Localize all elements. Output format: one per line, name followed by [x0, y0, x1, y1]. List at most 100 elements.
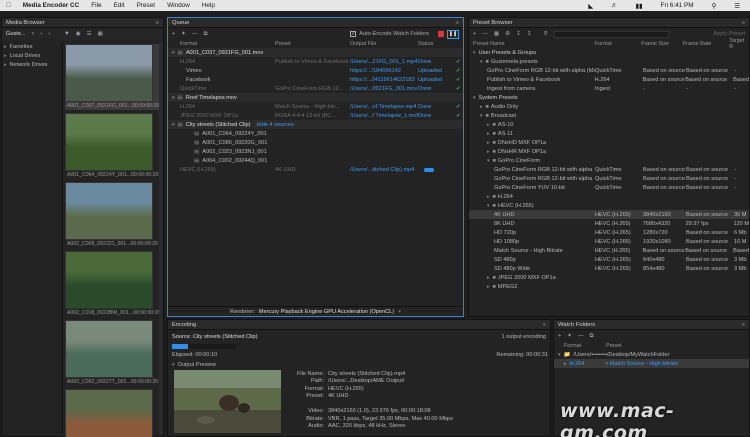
preset-group[interactable]: ▸ ■ AS-11	[469, 129, 749, 138]
output-preset[interactable]: 4K UHD	[275, 167, 350, 173]
preset-group[interactable]: ▾ ■ Broadcast	[469, 111, 749, 120]
clock[interactable]: Fri 6:41 PM	[655, 2, 700, 9]
preset-item[interactable]: GoPro CineForm YUV 10-bit QuickTime Based …	[469, 183, 749, 192]
preset-group[interactable]: ▸ ■ AS-10	[469, 120, 749, 129]
media-thumbnail[interactable]	[65, 389, 159, 437]
panel-menu-icon[interactable]: ≡	[156, 20, 163, 26]
auto-encode-checkbox[interactable]: ✓	[350, 31, 357, 37]
preset-section[interactable]: ▾ System Presets	[469, 93, 749, 102]
output-file[interactable]: https://...24119614622183	[350, 77, 418, 83]
preset-item[interactable]: GoPro CineForm RGB 12-bit with alpha Quic…	[469, 165, 749, 174]
renderer-dropdown[interactable]: Mercury Playback Engine GPU Acceleration…	[259, 309, 394, 315]
tree-item-favorites[interactable]: ▸ Favorites	[4, 42, 60, 51]
remove-icon[interactable]: —	[192, 31, 198, 37]
queue-source-row[interactable]: ▾ ▤ City streets (Stitched Clip) Hide 4 sou…	[168, 120, 463, 129]
output-format[interactable]: H.264	[180, 104, 275, 110]
add-folder-icon[interactable]: +	[558, 333, 561, 339]
watch-output-row[interactable]: ▸ H.264 ▾ Match Source - High bitrate	[554, 359, 749, 368]
output-file[interactable]: /Users/...0921FG_001.mov	[350, 86, 418, 92]
output-format[interactable]: H.264	[180, 59, 275, 65]
output-preset[interactable]: RGBA 4:4:4 12-bit (BC...	[275, 113, 350, 119]
hide-sources-link[interactable]: Hide 4 sources	[256, 122, 293, 128]
search-icon[interactable]: ⚲	[706, 2, 723, 10]
export-icon[interactable]: ↥	[527, 31, 532, 37]
preset-item[interactable]: HD 1080p HEVC (H.265) 1920x1080 Based on so…	[469, 237, 749, 246]
add-source-icon[interactable]: +	[172, 31, 175, 37]
output-preset[interactable]: GoPro CineForm RGB 12...	[275, 86, 350, 92]
queue-source-row[interactable]: ▾ ▤ A001_C037_0921FG_001.mov	[168, 48, 463, 57]
menu-file[interactable]: File	[85, 2, 107, 9]
output-format[interactable]: Vimeo	[186, 68, 275, 74]
preset-search-input[interactable]	[553, 30, 669, 38]
menu-window[interactable]: Window	[161, 2, 196, 9]
media-thumbnail[interactable]: A002_C009_092221_001... 00:00:00:20	[65, 182, 159, 248]
preset-group[interactable]: ▸ ■ DNxHR MXF OP1a	[469, 147, 749, 156]
media-thumbnail[interactable]: A001_C037_0921FG_001... 00:00:00:20	[65, 44, 159, 110]
watch-folder-row[interactable]: ▾ 📁 /Users/••••••••/Desktop/MyWatchFolde…	[554, 350, 749, 359]
nav-back-icon[interactable]: ‹	[40, 31, 42, 37]
preset-item[interactable]: Publish to Vimeo & Facebook H.264 Based on…	[469, 75, 749, 84]
preset-group[interactable]: ▸ ■ H.264	[469, 192, 749, 201]
menu-app[interactable]: Media Encoder CC	[17, 2, 85, 9]
stitched-source-row[interactable]: ▤ A001_C064_09224Y_001	[168, 129, 463, 138]
search-icon[interactable]: ⚲	[544, 31, 548, 37]
queue-output-row[interactable]: Vimeo https://.../184066142 Uploaded ✔	[168, 66, 463, 75]
stitched-source-row[interactable]: ▤ A004_C002_09244Q_001	[168, 156, 463, 165]
panel-menu-icon[interactable]: ≡	[456, 20, 463, 26]
output-format[interactable]: JPEG 2000 MXF OP1a	[180, 113, 275, 119]
add-output-icon[interactable]: ✦	[181, 31, 186, 37]
remove-preset-icon[interactable]: —	[482, 31, 488, 37]
menu-edit[interactable]: Edit	[108, 2, 131, 9]
queue-output-row[interactable]: H.264 Match Source - High bitr.../Users/.…	[168, 102, 463, 111]
queue-output-row[interactable]: Facebook https://...24119614622183 Uploade…	[168, 75, 463, 84]
queue-output-row[interactable]: JPEG 2000 MXF OP1a RGBA 4:4:4 12-bit (BC.…	[168, 111, 463, 120]
preset-item[interactable]: GoPro CineForm RGB 12-bit with alpha (Ma…	[469, 66, 749, 75]
new-preset-icon[interactable]: +	[473, 31, 476, 37]
preset-item[interactable]: Match Source - High Bitrate HEVC (H.265) B…	[469, 246, 749, 255]
panel-menu-icon[interactable]: ≡	[742, 20, 749, 26]
output-format[interactable]: HEVC (H.265)	[180, 167, 275, 173]
preset-item[interactable]: HD 720p HEVC (H.265) 1280x720 Based on sour…	[469, 228, 749, 237]
thumbnail-view-icon[interactable]: ▦	[98, 31, 103, 37]
tree-item-network-drives[interactable]: ▸ Network Drives	[4, 60, 60, 69]
output-file[interactable]: https://.../184066142	[350, 68, 418, 74]
output-preview-toggle[interactable]: ▾ Output Preview	[172, 360, 216, 369]
scrollbar[interactable]	[159, 42, 163, 434]
panel-menu-icon[interactable]: ≡	[543, 322, 550, 328]
preset-item[interactable]: 8K UHD HEVC (H.265) 7680x4320 29.97 fps 120 …	[469, 219, 749, 228]
wifi-icon[interactable]: ◣	[582, 2, 599, 10]
output-format[interactable]: QuickTime	[180, 86, 275, 92]
volume-icon[interactable]: ♬	[605, 2, 623, 9]
pause-button[interactable]: ❚❚	[447, 29, 459, 39]
preset-item[interactable]: SD 480p Wide HEVC (H.265) 854x480 Based on …	[469, 264, 749, 273]
import-icon[interactable]: ↧	[516, 31, 521, 37]
battery-icon[interactable]: ▮▮	[630, 2, 649, 10]
preset-group[interactable]: ▸ ■ Audio Only	[469, 102, 749, 111]
output-file[interactable]: /Users/...21FG_001_1.mp4	[350, 59, 418, 65]
queue-output-row[interactable]: QuickTime GoPro CineForm RGB 12.../Users/…	[168, 84, 463, 93]
stitched-source-row[interactable]: ▤ A002_C023_0923NJ_001	[168, 147, 463, 156]
remove-icon[interactable]: —	[578, 333, 584, 339]
nav-forward-icon[interactable]: ›	[48, 31, 50, 37]
preset-group[interactable]: ▾ ■ GoPro CineForm	[469, 156, 749, 165]
output-preset[interactable]: Publish to Vimeo & Facebook	[275, 59, 350, 65]
output-format[interactable]: Facebook	[186, 77, 275, 83]
queue-output-row[interactable]: H.264 Publish to Vimeo & Facebook/Users/.…	[168, 57, 463, 66]
preset-item[interactable]: GoPro CineForm RGB 12-bit with alpha Quic…	[469, 174, 749, 183]
stop-button[interactable]	[438, 31, 444, 37]
queue-output-row[interactable]: HEVC (H.265) 4K UHD/Users/...titched Clip…	[168, 165, 463, 174]
media-thumbnail[interactable]: A001_C064_09224Y_001... 00:00:00:20	[65, 113, 159, 179]
apply-preset-button[interactable]: Apply Preset	[713, 31, 745, 37]
apple-icon[interactable]: 	[0, 2, 17, 9]
new-group-icon[interactable]: ▦	[494, 31, 499, 37]
preset-group[interactable]: ▸ ■ JPEG 2000 MXF OP1a	[469, 273, 749, 282]
output-file[interactable]: /Users/...of Timelapse.mp4	[350, 104, 418, 110]
add-output-icon[interactable]: ✦	[567, 333, 572, 339]
media-thumbnail[interactable]: A002_C018_0922BW_001... 00:00:00:20	[65, 251, 160, 317]
view-icon[interactable]: ◉	[76, 31, 81, 37]
menu-preset[interactable]: Preset	[131, 2, 161, 9]
preset-group[interactable]: ▸ ■ DNxHD MXF OP1a	[469, 138, 749, 147]
duplicate-icon[interactable]: ⧉	[204, 31, 208, 38]
preset-item[interactable]: Ingest from camera Ingest - - -	[469, 84, 749, 93]
preset-group[interactable]: ▸ ■ MPEG2	[469, 282, 749, 291]
